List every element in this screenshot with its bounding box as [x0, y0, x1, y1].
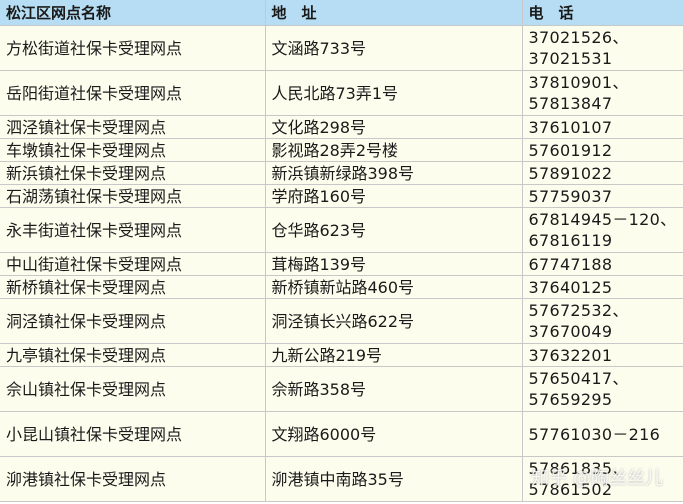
table-row: 泖港镇社保卡受理网点 泖港镇中南路35号 57861835、57861502: [0, 456, 683, 502]
table-row: 车墩镇社保卡受理网点 影视路28弄2号楼 57601912: [0, 138, 683, 162]
table-row: 岳阳街道社保卡受理网点 人民北路73弄1号 37810901、57813847: [0, 70, 683, 116]
table-row: 九亭镇社保卡受理网点 九新公路219号 37632201: [0, 343, 683, 367]
table-row: 小昆山镇社保卡受理网点 文翔路6000号 57761030－216: [0, 411, 683, 457]
table-row: 佘山镇社保卡受理网点 佘新路358号 57650417、57659295: [0, 366, 683, 412]
cell-phone: 37632201: [522, 343, 683, 367]
cell-name: 泖港镇社保卡受理网点: [0, 456, 266, 502]
cell-address: 仓华路623号: [265, 207, 523, 253]
table-row: 新桥镇社保卡受理网点 新桥镇新站路460号 37640125: [0, 275, 683, 299]
cell-name: 小昆山镇社保卡受理网点: [0, 411, 266, 457]
cell-address: 佘新路358号: [265, 366, 523, 412]
cell-name: 方松街道社保卡受理网点: [0, 25, 266, 71]
cell-phone: 57650417、57659295: [522, 366, 683, 412]
page: 松江区网点名称 地 址 电 话 方松街道社保卡受理网点 文涵路733号 370215…: [0, 0, 683, 504]
table-header-row: 松江区网点名称 地 址 电 话: [0, 0, 683, 26]
cell-address: 文化路298号: [265, 115, 523, 139]
table-body: 方松街道社保卡受理网点 文涵路733号 37021526、37021531 岳阳街道社…: [0, 25, 683, 502]
cell-phone: 57861835、57861502: [522, 456, 683, 502]
table-row: 洞泾镇社保卡受理网点 洞泾镇长兴路622号 57672532、37670049: [0, 298, 683, 344]
cell-name: 新浜镇社保卡受理网点: [0, 161, 266, 185]
cell-name: 中山街道社保卡受理网点: [0, 252, 266, 276]
cell-name: 车墩镇社保卡受理网点: [0, 138, 266, 162]
cell-address: 洞泾镇长兴路622号: [265, 298, 523, 344]
cell-address: 新桥镇新站路460号: [265, 275, 523, 299]
cell-address: 茸梅路139号: [265, 252, 523, 276]
cell-name: 永丰街道社保卡受理网点: [0, 207, 266, 253]
cell-name: 佘山镇社保卡受理网点: [0, 366, 266, 412]
cell-phone: 57601912: [522, 138, 683, 162]
cell-phone: 37021526、37021531: [522, 25, 683, 71]
cell-name: 石湖荡镇社保卡受理网点: [0, 184, 266, 208]
table-row: 方松街道社保卡受理网点 文涵路733号 37021526、37021531: [0, 25, 683, 71]
cell-phone: 57761030－216: [522, 411, 683, 457]
cell-address: 影视路28弄2号楼: [265, 138, 523, 162]
cell-name: 九亭镇社保卡受理网点: [0, 343, 266, 367]
cell-address: 新浜镇新绿路398号: [265, 161, 523, 185]
cell-address: 文涵路733号: [265, 25, 523, 71]
cell-phone: 67747188: [522, 252, 683, 276]
column-header-phone: 电 话: [522, 0, 683, 26]
cell-address: 学府路160号: [265, 184, 523, 208]
cell-phone: 37810901、57813847: [522, 70, 683, 116]
cell-address: 人民北路73弄1号: [265, 70, 523, 116]
cell-phone: 67814945－120、67816119: [522, 207, 683, 253]
table-row: 泗泾镇社保卡受理网点 文化路298号 37610107: [0, 115, 683, 139]
cell-name: 新桥镇社保卡受理网点: [0, 275, 266, 299]
service-points-table: 松江区网点名称 地 址 电 话 方松街道社保卡受理网点 文涵路733号 370215…: [0, 0, 683, 502]
table-row: 新浜镇社保卡受理网点 新浜镇新绿路398号 57891022: [0, 161, 683, 185]
cell-name: 洞泾镇社保卡受理网点: [0, 298, 266, 344]
cell-phone: 57891022: [522, 161, 683, 185]
cell-address: 泖港镇中南路35号: [265, 456, 523, 502]
column-header-name: 松江区网点名称: [0, 0, 266, 26]
cell-name: 泗泾镇社保卡受理网点: [0, 115, 266, 139]
cell-phone: 57672532、37670049: [522, 298, 683, 344]
cell-address: 九新公路219号: [265, 343, 523, 367]
cell-phone: 37640125: [522, 275, 683, 299]
table-row: 永丰街道社保卡受理网点 仓华路623号 67814945－120、67816119: [0, 207, 683, 253]
table-row: 中山街道社保卡受理网点 茸梅路139号 67747188: [0, 252, 683, 276]
column-header-address: 地 址: [265, 0, 523, 26]
cell-phone: 57759037: [522, 184, 683, 208]
cell-phone: 37610107: [522, 115, 683, 139]
cell-address: 文翔路6000号: [265, 411, 523, 457]
cell-name: 岳阳街道社保卡受理网点: [0, 70, 266, 116]
table-row: 石湖荡镇社保卡受理网点 学府路160号 57759037: [0, 184, 683, 208]
